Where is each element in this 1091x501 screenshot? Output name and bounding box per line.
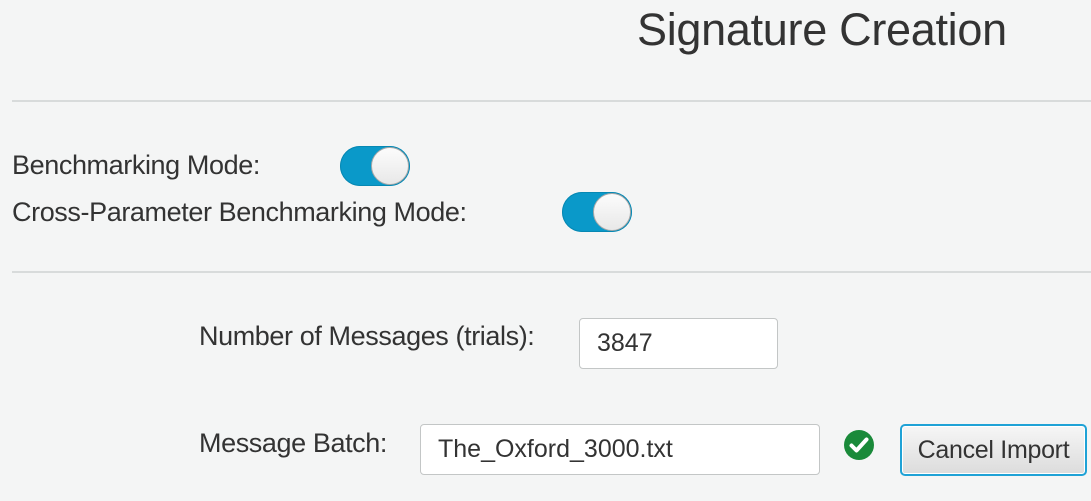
message-batch-label: Message Batch: [199,428,388,458]
toggle-knob [593,193,631,231]
check-circle-icon [844,430,874,460]
divider-middle [12,271,1091,273]
message-batch-field[interactable] [420,424,820,475]
message-count-input[interactable] [579,318,778,369]
message-count-label: Number of Messages (trials): [199,321,535,351]
cross-parameter-benchmarking-toggle[interactable] [562,192,632,232]
benchmarking-mode-toggle[interactable] [340,146,410,186]
toggle-knob [371,147,409,185]
page-title: Signature Creation [637,4,1007,55]
cancel-import-button[interactable]: Cancel Import [900,424,1087,476]
cross-parameter-benchmarking-label: Cross-Parameter Benchmarking Mode: [12,197,467,227]
benchmarking-mode-label: Benchmarking Mode: [12,150,260,180]
divider-top [12,100,1091,102]
